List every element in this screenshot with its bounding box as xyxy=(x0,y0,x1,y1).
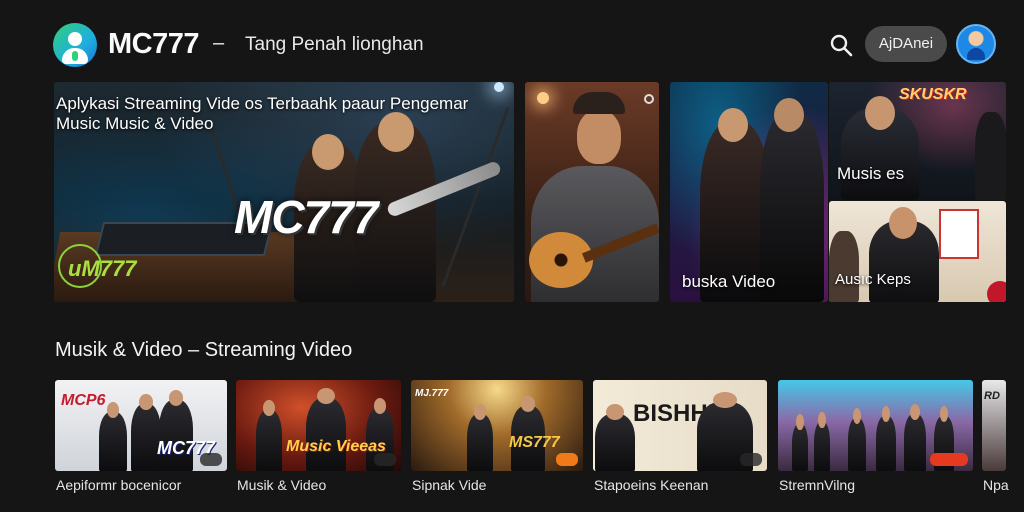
hero-title-line1: Aplykasi Streaming Vide os Terbaahk paau… xyxy=(56,94,469,113)
thumbnail-title[interactable]: Stapoeins Keenan xyxy=(594,477,708,493)
hero-logo-text: MC777 xyxy=(234,191,378,243)
neon-sign: SKUSKR xyxy=(899,86,967,103)
duration-badge xyxy=(930,453,968,466)
logo-head-shape xyxy=(68,32,82,46)
thumbnail-card[interactable]: MJ.777 MS777 Sipnak Vide xyxy=(411,380,583,500)
person-figure xyxy=(595,404,635,471)
studio-lamp xyxy=(494,82,504,92)
featured-card-studio[interactable]: Ausıc Keps xyxy=(829,201,1006,302)
guitarist-face xyxy=(774,98,804,132)
top-bar: MC777 – Tang Penah lionghan AjDAnei xyxy=(0,0,1024,80)
singer-face xyxy=(718,108,748,142)
red-accent-circle xyxy=(987,281,1006,302)
thumbnail-card[interactable]: MCP6 MC777 Aepiformr bocenicor xyxy=(55,380,227,500)
thumbnail-image[interactable]: RD xyxy=(982,380,1006,471)
featured-card-guitarist[interactable] xyxy=(525,82,659,302)
side-figure xyxy=(975,112,1006,200)
bokeh-light xyxy=(537,92,549,104)
thumbnail-image[interactable] xyxy=(778,380,973,471)
person-figure xyxy=(159,390,193,471)
logo-leaf-shape xyxy=(72,51,78,61)
duration-badge xyxy=(374,453,396,466)
thumbnail-card[interactable]: RD Npa xyxy=(982,380,1009,500)
thumbnail-overlay-text: MS777 xyxy=(509,434,560,451)
featured-card-live-band[interactable]: buska Video xyxy=(670,82,828,302)
thumbnail-corner-text: MJ.777 xyxy=(415,388,449,399)
card-label: Musis es xyxy=(837,164,905,183)
hero-title-line2: Music Music & Video xyxy=(56,114,214,133)
duration-badge xyxy=(200,453,222,466)
side-figure xyxy=(829,231,859,302)
app-logo-icon[interactable] xyxy=(53,23,97,67)
thumbnail-card[interactable]: StremnVilng xyxy=(778,380,973,500)
thumbnail-overlay-text: MCP6 xyxy=(61,392,106,409)
person-figure xyxy=(467,404,493,471)
thumbnail-image[interactable]: Music Vieeas xyxy=(236,380,401,471)
thumbnail-title[interactable]: Npa xyxy=(983,477,1009,493)
featured-card-singer[interactable]: SKUSKR Musis es xyxy=(829,82,1006,200)
thumbnail-title[interactable]: Aepiformr bocenicor xyxy=(56,477,181,493)
thumbnail-corner-text: RD xyxy=(984,390,1000,402)
person-figure xyxy=(904,404,926,471)
thumbnail-title[interactable]: StremnVilng xyxy=(779,477,855,493)
acoustic-guitar xyxy=(529,232,593,288)
thumbnail-image[interactable]: BISHHI xyxy=(593,380,767,471)
guitarist-cap xyxy=(573,92,625,114)
person-figure xyxy=(876,406,896,471)
mic-stand-right xyxy=(441,107,510,287)
thumbnail-title[interactable]: Musik & Video xyxy=(237,477,326,493)
person-figure xyxy=(792,414,808,471)
hero-title: Aplykasi Streaming Vide os Terbaahk paau… xyxy=(56,94,468,134)
thumbnail-card[interactable]: Music Vieeas Musik & Video xyxy=(236,380,401,500)
account-pill-button[interactable]: AjDAnei xyxy=(865,26,947,62)
duration-badge xyxy=(556,453,578,466)
wall-poster xyxy=(939,209,979,259)
thumbnail-image[interactable]: MCP6 MC777 xyxy=(55,380,227,471)
person-figure xyxy=(814,412,830,471)
card-label: buska Video xyxy=(682,272,776,291)
person-figure xyxy=(256,400,282,471)
thumbnail-overlay-text: Music Vieeas xyxy=(286,438,386,455)
card-label: Ausıc Keps xyxy=(835,271,911,288)
hero-banner[interactable]: Aplykasi Streaming Vide os Terbaahk paau… xyxy=(54,82,514,302)
title-separator: – xyxy=(213,32,225,54)
musician-figure xyxy=(869,207,939,302)
tagline: Tang Penah lionghan xyxy=(245,34,424,55)
thumbnail-image[interactable]: MJ.777 MS777 xyxy=(411,380,583,471)
avatar[interactable] xyxy=(956,24,996,64)
singer-figure xyxy=(841,96,919,200)
musician-left-face xyxy=(312,134,344,170)
search-icon[interactable] xyxy=(828,32,854,58)
thumbnail-card[interactable]: BISHHI Stapoeins Keenan xyxy=(593,380,767,500)
brand-name[interactable]: MC777 xyxy=(108,28,200,61)
person-figure xyxy=(306,388,346,471)
duration-badge xyxy=(740,453,762,466)
person-figure xyxy=(848,408,866,471)
thumbnail-title[interactable]: Sipnak Vide xyxy=(412,477,486,493)
hero-badge-text: иM777 xyxy=(68,256,137,281)
options-dot-icon[interactable] xyxy=(644,94,654,104)
guitarist-face xyxy=(577,110,621,164)
section-title: Musik & Video – Streaming Video xyxy=(55,339,353,361)
person-figure xyxy=(99,402,127,471)
